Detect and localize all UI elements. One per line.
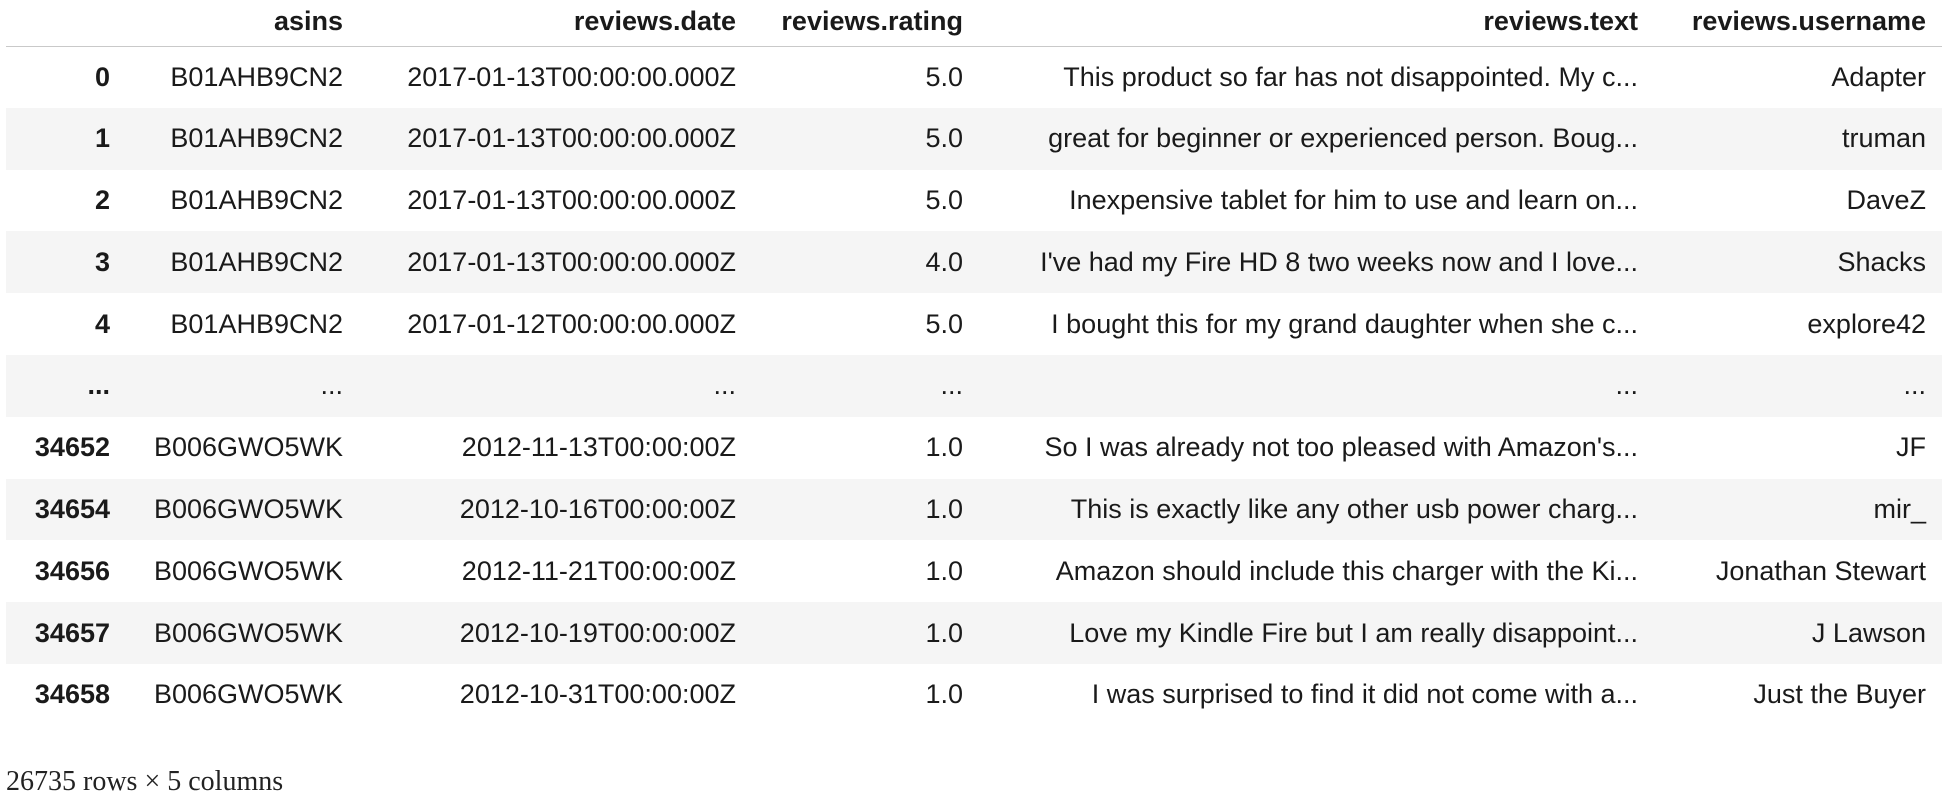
header-reviews-username: reviews.username bbox=[1654, 0, 1942, 47]
cell-reviews-username: truman bbox=[1841, 123, 1926, 154]
cell-asins: B01AHB9CN2 bbox=[170, 308, 343, 339]
row-index: 0 bbox=[94, 61, 110, 92]
cell-reviews-username: Jonathan Stewart bbox=[1715, 555, 1926, 586]
cell-reviews-rating: 5.0 bbox=[925, 308, 963, 339]
cell-asins: B006GWO5WK bbox=[153, 679, 343, 710]
cell-reviews-username: Shacks bbox=[1837, 246, 1926, 277]
table-header: asins reviews.date reviews.rating review… bbox=[6, 0, 1942, 47]
cell-asins: B006GWO5WK bbox=[153, 617, 343, 648]
cell-reviews-username: mir_ bbox=[1873, 493, 1927, 524]
dataframe-table: asins reviews.date reviews.rating review… bbox=[6, 0, 1942, 726]
cell-reviews-text: Amazon should include this charger with … bbox=[1055, 555, 1638, 586]
row-index: 2 bbox=[94, 184, 110, 215]
header-row: asins reviews.date reviews.rating review… bbox=[6, 0, 1942, 47]
row-index: ... bbox=[87, 370, 110, 401]
cell-reviews-text: Love my Kindle Fire but I am really disa… bbox=[1069, 617, 1638, 648]
cell-asins: B006GWO5WK bbox=[153, 493, 343, 524]
table-row: 4 B01AHB9CN2 2017-01-12T00:00:00.000Z 5.0 I … bbox=[6, 293, 1942, 355]
cell-reviews-username: Just the Buyer bbox=[1753, 679, 1926, 710]
table-row: 3 B01AHB9CN2 2017-01-13T00:00:00.000Z 4.0 I'… bbox=[6, 231, 1942, 294]
row-index: 3 bbox=[94, 246, 110, 277]
row-index: 34654 bbox=[34, 493, 110, 524]
cell-reviews-date: 2012-11-13T00:00:00Z bbox=[461, 432, 736, 463]
cell-reviews-username: Adapter bbox=[1831, 61, 1926, 92]
cell-reviews-rating: 1.0 bbox=[925, 432, 963, 463]
row-index: 34652 bbox=[34, 432, 110, 463]
cell-reviews-text: I've had my Fire HD 8 two weeks now and … bbox=[1040, 246, 1638, 277]
cell-reviews-rating: 5.0 bbox=[925, 61, 963, 92]
cell-reviews-text: I bought this for my grand daughter when… bbox=[1051, 308, 1638, 339]
cell-reviews-username: explore42 bbox=[1807, 308, 1926, 339]
cell-asins: B006GWO5WK bbox=[153, 555, 343, 586]
cell-asins: B006GWO5WK bbox=[153, 432, 343, 463]
row-index: 1 bbox=[94, 123, 110, 154]
row-index: 34658 bbox=[34, 679, 110, 710]
table-row: 34656 B006GWO5WK 2012-11-21T00:00:00Z 1.0 Am… bbox=[6, 540, 1942, 602]
cell-reviews-date: 2017-01-13T00:00:00.000Z bbox=[407, 246, 736, 277]
cell-reviews-date: 2012-10-16T00:00:00Z bbox=[459, 493, 736, 524]
cell-reviews-text: ... bbox=[1615, 370, 1638, 401]
cell-reviews-rating: 1.0 bbox=[925, 679, 963, 710]
cell-reviews-rating: 5.0 bbox=[925, 184, 963, 215]
cell-reviews-text: This product so far has not disappointed… bbox=[1063, 61, 1638, 92]
cell-asins: B01AHB9CN2 bbox=[170, 123, 343, 154]
table-row: 34652 B006GWO5WK 2012-11-13T00:00:00Z 1.0 So… bbox=[6, 417, 1942, 479]
header-asins: asins bbox=[126, 0, 359, 47]
table-row: .................. bbox=[6, 354, 1942, 417]
cell-reviews-date: 2012-10-31T00:00:00Z bbox=[459, 679, 736, 710]
cell-reviews-rating: 5.0 bbox=[925, 123, 963, 154]
row-index: 4 bbox=[94, 308, 110, 339]
table-row: 2 B01AHB9CN2 2017-01-13T00:00:00.000Z 5.0 In… bbox=[6, 170, 1942, 232]
cell-reviews-text: This is exactly like any other usb power… bbox=[1070, 493, 1638, 524]
header-reviews-rating: reviews.rating bbox=[752, 0, 979, 47]
table-row: 0 B01AHB9CN2 2017-01-13T00:00:00.000Z 5.0 Th… bbox=[6, 46, 1942, 108]
table-row: 34654 B006GWO5WK 2012-10-16T00:00:00Z 1.0 Th… bbox=[6, 478, 1942, 541]
cell-reviews-text: I was surprised to find it did not come … bbox=[1091, 679, 1638, 710]
header-reviews-text: reviews.text bbox=[979, 0, 1654, 47]
cell-asins: B01AHB9CN2 bbox=[170, 184, 343, 215]
header-reviews-date: reviews.date bbox=[359, 0, 752, 47]
cell-reviews-rating: 4.0 bbox=[925, 246, 963, 277]
cell-reviews-rating: ... bbox=[940, 370, 963, 401]
cell-reviews-date: 2017-01-13T00:00:00.000Z bbox=[407, 184, 736, 215]
cell-reviews-date: 2017-01-13T00:00:00.000Z bbox=[407, 123, 736, 154]
table-row: 1 B01AHB9CN2 2017-01-13T00:00:00.000Z 5.0 gr… bbox=[6, 107, 1942, 170]
cell-reviews-text: great for beginner or experienced person… bbox=[1048, 123, 1638, 154]
cell-reviews-username: J Lawson bbox=[1811, 617, 1926, 648]
cell-reviews-username: ... bbox=[1903, 370, 1926, 401]
dataframe-output: asins reviews.date reviews.rating review… bbox=[6, 0, 1942, 726]
cell-reviews-username: DaveZ bbox=[1846, 184, 1926, 215]
cell-asins: B01AHB9CN2 bbox=[170, 246, 343, 277]
cell-asins: ... bbox=[320, 370, 343, 401]
cell-reviews-username: JF bbox=[1896, 432, 1926, 463]
cell-reviews-text: Inexpensive tablet for him to use and le… bbox=[1069, 184, 1638, 215]
cell-reviews-date: 2017-01-12T00:00:00.000Z bbox=[407, 308, 736, 339]
table-row: 34657 B006GWO5WK 2012-10-19T00:00:00Z 1.0 Lo… bbox=[6, 602, 1942, 664]
cell-reviews-date: ... bbox=[713, 370, 736, 401]
header-index bbox=[6, 0, 126, 47]
cell-reviews-date: 2012-11-21T00:00:00Z bbox=[461, 555, 736, 586]
cell-reviews-rating: 1.0 bbox=[925, 555, 963, 586]
table-body: 0 B01AHB9CN2 2017-01-13T00:00:00.000Z 5.0 Th… bbox=[6, 46, 1942, 726]
cell-reviews-rating: 1.0 bbox=[925, 493, 963, 524]
row-index: 34657 bbox=[34, 617, 110, 648]
cell-reviews-date: 2017-01-13T00:00:00.000Z bbox=[407, 61, 736, 92]
cell-reviews-rating: 1.0 bbox=[925, 617, 963, 648]
cell-asins: B01AHB9CN2 bbox=[170, 61, 343, 92]
cell-reviews-date: 2012-10-19T00:00:00Z bbox=[459, 617, 736, 648]
row-index: 34656 bbox=[34, 555, 110, 586]
cell-reviews-text: So I was already not too pleased with Am… bbox=[1044, 432, 1639, 463]
table-row: 34658 B006GWO5WK 2012-10-31T00:00:00Z 1.0 I … bbox=[6, 664, 1942, 726]
